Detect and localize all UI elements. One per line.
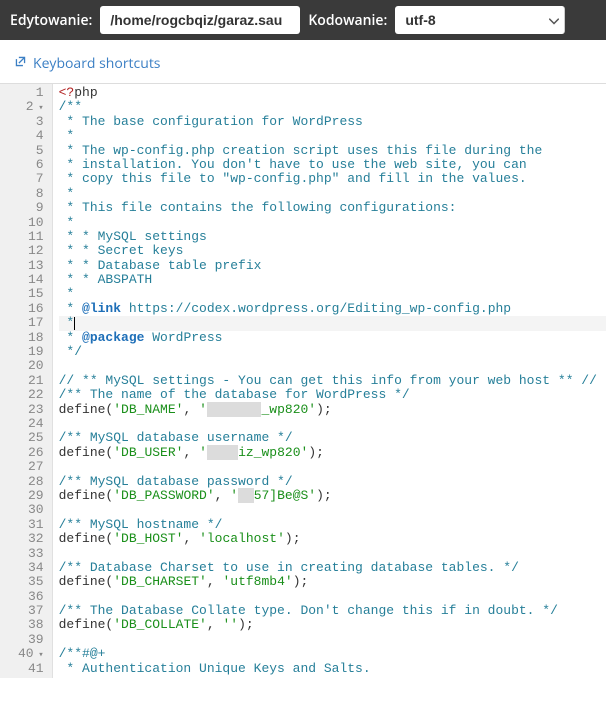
- shortcuts-bar: Keyboard shortcuts: [0, 40, 606, 83]
- code-line[interactable]: * This file contains the following confi…: [59, 201, 606, 215]
- line-number: 37: [18, 604, 44, 618]
- line-number: 9: [18, 201, 44, 215]
- line-number: 10: [18, 216, 44, 230]
- line-number: 12: [18, 244, 44, 258]
- code-line[interactable]: * The wp-config.php creation script uses…: [59, 144, 606, 158]
- line-number: 17: [18, 316, 44, 330]
- line-number: 25: [18, 431, 44, 445]
- code-line[interactable]: /** The name of the database for WordPre…: [59, 388, 606, 402]
- code-line[interactable]: [59, 417, 606, 431]
- line-number-gutter: 12▾3456789101112131415161718192021222324…: [0, 84, 53, 678]
- code-line[interactable]: define('DB_CHARSET', 'utf8mb4');: [59, 575, 606, 589]
- line-number: 35: [18, 575, 44, 589]
- code-line[interactable]: // ** MySQL settings - You can get this …: [59, 374, 606, 388]
- line-number: 5: [18, 144, 44, 158]
- code-line[interactable]: * * Database table prefix: [59, 259, 606, 273]
- line-number: 21: [18, 374, 44, 388]
- line-number: 2▾: [18, 100, 44, 114]
- line-number: 28: [18, 475, 44, 489]
- code-line[interactable]: /** The Database Collate type. Don't cha…: [59, 604, 606, 618]
- keyboard-shortcuts-link[interactable]: Keyboard shortcuts: [14, 54, 160, 73]
- code-line[interactable]: /**#@+: [59, 647, 606, 661]
- code-line[interactable]: define('DB_USER', 'XXXXiz_wp820');: [59, 446, 606, 460]
- encoding-label: Kodowanie:: [308, 11, 387, 30]
- line-number: 11: [18, 230, 44, 244]
- encoding-select[interactable]: [395, 6, 565, 34]
- code-line[interactable]: * Authentication Unique Keys and Salts.: [59, 662, 606, 676]
- code-line[interactable]: [59, 460, 606, 474]
- code-line[interactable]: */: [59, 345, 606, 359]
- code-line[interactable]: *: [59, 129, 606, 143]
- code-line[interactable]: [59, 590, 606, 604]
- code-line[interactable]: define('DB_COLLATE', '');: [59, 618, 606, 632]
- line-number: 40▾: [18, 647, 44, 661]
- line-number: 8: [18, 187, 44, 201]
- code-line[interactable]: <?php: [59, 86, 606, 100]
- code-line[interactable]: [59, 359, 606, 373]
- code-line[interactable]: *: [59, 216, 606, 230]
- line-number: 29: [18, 489, 44, 503]
- line-number: 36: [18, 590, 44, 604]
- line-number: 32: [18, 532, 44, 546]
- code-line[interactable]: *: [59, 316, 606, 330]
- code-line[interactable]: /** Database Charset to use in creating …: [59, 561, 606, 575]
- line-number: 1: [18, 86, 44, 100]
- line-number: 7: [18, 172, 44, 186]
- line-number: 38: [18, 618, 44, 632]
- line-number: 13: [18, 259, 44, 273]
- code-line[interactable]: define('DB_PASSWORD', 'XX57]Be@S');: [59, 489, 606, 503]
- line-number: 31: [18, 518, 44, 532]
- code-line[interactable]: [59, 633, 606, 647]
- toolbar: Edytowanie: Kodowanie:: [0, 0, 606, 40]
- line-number: 18: [18, 331, 44, 345]
- line-number: 22: [18, 388, 44, 402]
- editing-label: Edytowanie:: [10, 11, 92, 30]
- code-line[interactable]: define('DB_NAME', 'XXXXXXX_wp820');: [59, 403, 606, 417]
- line-number: 34: [18, 561, 44, 575]
- code-line[interactable]: * * MySQL settings: [59, 230, 606, 244]
- code-line[interactable]: * @link https://codex.wordpress.org/Edit…: [59, 302, 606, 316]
- code-line[interactable]: /** MySQL database username */: [59, 431, 606, 445]
- line-number: 3: [18, 115, 44, 129]
- code-line[interactable]: *: [59, 187, 606, 201]
- line-number: 6: [18, 158, 44, 172]
- line-number: 26: [18, 446, 44, 460]
- code-line[interactable]: * The base configuration for WordPress: [59, 115, 606, 129]
- line-number: 16: [18, 302, 44, 316]
- line-number: 33: [18, 547, 44, 561]
- code-editor[interactable]: 12▾3456789101112131415161718192021222324…: [0, 83, 606, 678]
- code-line[interactable]: /** MySQL database password */: [59, 475, 606, 489]
- code-line[interactable]: * copy this file to "wp-config.php" and …: [59, 172, 606, 186]
- code-line[interactable]: * * ABSPATH: [59, 273, 606, 287]
- line-number: 24: [18, 417, 44, 431]
- line-number: 27: [18, 460, 44, 474]
- external-link-icon: [14, 54, 27, 73]
- code-line[interactable]: * * Secret keys: [59, 244, 606, 258]
- line-number: 41: [18, 662, 44, 676]
- code-line[interactable]: * installation. You don't have to use th…: [59, 158, 606, 172]
- line-number: 15: [18, 287, 44, 301]
- code-line[interactable]: /**: [59, 100, 606, 114]
- line-number: 30: [18, 503, 44, 517]
- code-line[interactable]: define('DB_HOST', 'localhost');: [59, 532, 606, 546]
- line-number: 20: [18, 359, 44, 373]
- code-line[interactable]: * @package WordPress: [59, 331, 606, 345]
- line-number: 19: [18, 345, 44, 359]
- code-line[interactable]: [59, 503, 606, 517]
- line-number: 4: [18, 129, 44, 143]
- line-number: 23: [18, 403, 44, 417]
- code-content[interactable]: <?php/** * The base configuration for Wo…: [53, 84, 606, 678]
- line-number: 14: [18, 273, 44, 287]
- code-line[interactable]: *: [59, 287, 606, 301]
- line-number: 39: [18, 633, 44, 647]
- keyboard-shortcuts-label: Keyboard shortcuts: [33, 54, 160, 73]
- file-path-input[interactable]: [100, 6, 300, 34]
- code-line[interactable]: [59, 547, 606, 561]
- code-line[interactable]: /** MySQL hostname */: [59, 518, 606, 532]
